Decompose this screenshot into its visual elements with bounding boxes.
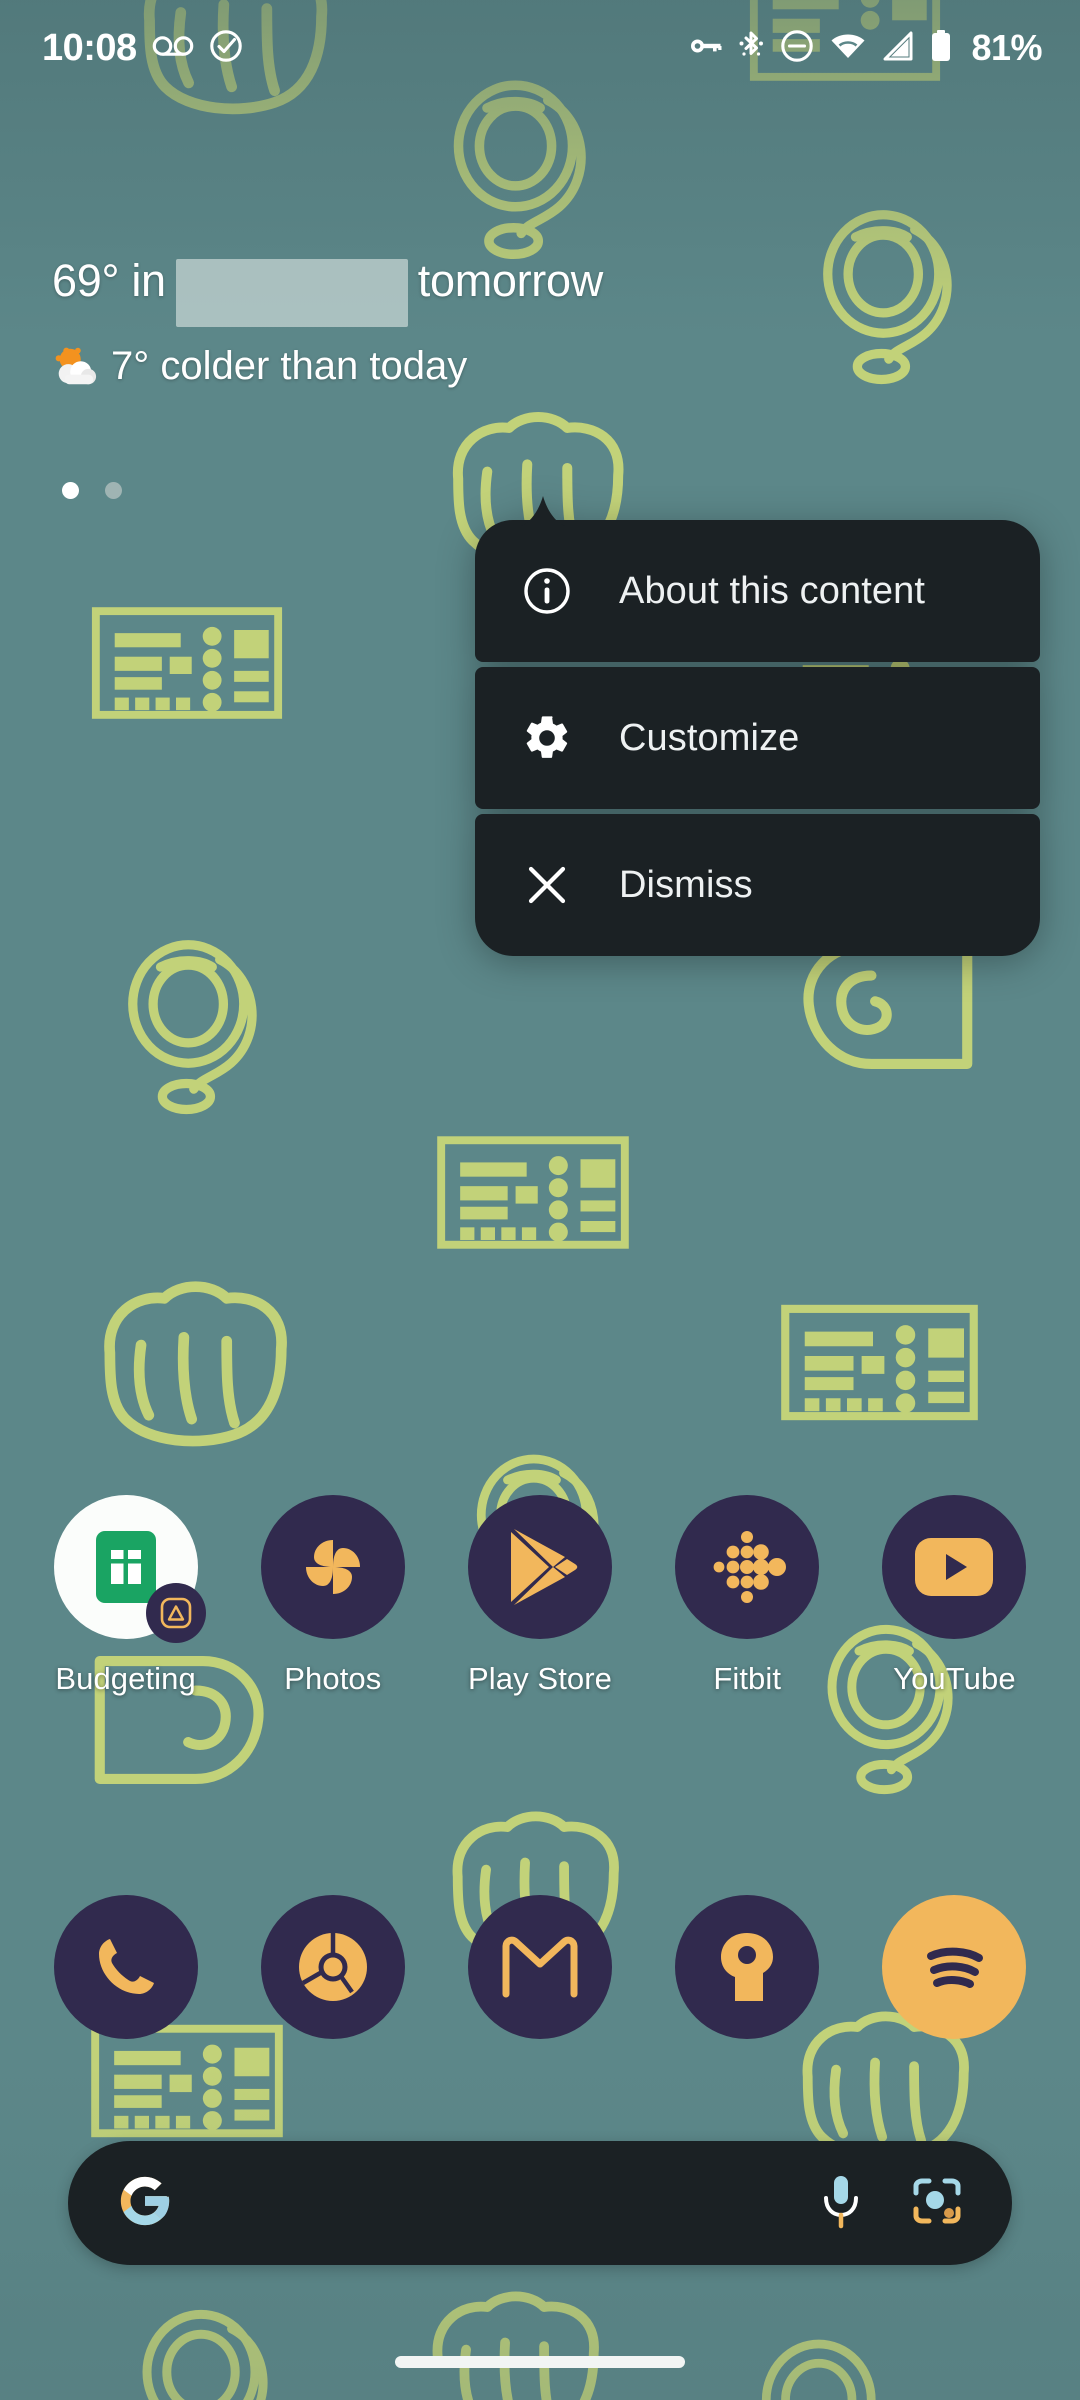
wallpaper-rope-coil [740, 2330, 915, 2400]
phone-icon[interactable] [53, 1895, 198, 2039]
menu-item-customize[interactable]: Customize [475, 667, 1040, 809]
bluetooth-icon [737, 29, 765, 68]
wallpaper-rope-coil [105, 930, 290, 1115]
app-label: YouTube [893, 1661, 1016, 1696]
app-photos[interactable]: Photos [229, 1495, 436, 1697]
wallpaper-fist-side [790, 935, 975, 1075]
wallpaper-control-panel [91, 607, 283, 719]
close-icon [520, 858, 574, 912]
wallpaper-fist [420, 2280, 615, 2400]
battery-icon [929, 29, 953, 68]
google-sheets-icon[interactable] [53, 1495, 206, 1643]
drive-shortcut-badge-icon [145, 1583, 206, 1643]
google-g-icon [116, 2172, 174, 2235]
gmail-icon[interactable] [468, 1895, 612, 2039]
wallpaper-rope-coil [430, 70, 620, 260]
menu-item-label: About this content [619, 569, 926, 612]
weather-headline: 69° in tomorrow [52, 255, 752, 327]
context-menu: About this content Customize Dismiss [475, 496, 1040, 956]
wallpaper-rope-coil [120, 2300, 300, 2400]
home-screen: 10:08 81% 69° in tomorrow 7° colder than… [0, 0, 1080, 2400]
cellular-signal-icon [882, 31, 914, 66]
menu-item-label: Customize [619, 716, 800, 759]
app-youtube[interactable]: YouTube [851, 1495, 1058, 1697]
page-indicator [62, 482, 122, 499]
microphone-icon[interactable] [818, 2172, 864, 2235]
app-label: Budgeting [55, 1661, 196, 1696]
weather-widget[interactable]: 69° in tomorrow 7° colder than today [52, 255, 752, 389]
spotify-icon[interactable] [882, 1895, 1027, 2039]
google-search-bar[interactable] [68, 2141, 1012, 2265]
chrome-icon[interactable] [260, 1895, 405, 2039]
gear-icon [520, 711, 574, 765]
app-label: Fitbit [713, 1661, 782, 1696]
page-dot-1[interactable] [62, 482, 79, 499]
menu-item-dismiss[interactable]: Dismiss [475, 814, 1040, 956]
sun-behind-cloud-icon [52, 343, 98, 389]
app-chrome[interactable] [229, 1895, 436, 2061]
app-dock-row-2 [0, 1895, 1080, 2061]
status-bar-right: 81% [686, 27, 1042, 69]
gesture-nav-pill[interactable] [395, 2356, 685, 2368]
fitbit-icon[interactable] [675, 1495, 820, 1639]
weather-subline: 7° colder than today [52, 343, 752, 389]
status-bar: 10:08 81% [0, 0, 1080, 96]
info-icon [520, 564, 574, 618]
messages-icon[interactable] [675, 1895, 820, 2039]
menu-item-about-this-content[interactable]: About this content [475, 520, 1040, 662]
check-circle-icon [209, 29, 243, 68]
app-fitbit[interactable]: Fitbit [644, 1495, 851, 1697]
status-clock: 10:08 [42, 27, 137, 69]
app-grid-row-1: Budgeting Photos Play Store Fitbit YouTu… [0, 1495, 1080, 1697]
app-gmail[interactable] [436, 1895, 643, 2061]
app-budgeting[interactable]: Budgeting [22, 1495, 229, 1697]
search-input[interactable] [174, 2141, 818, 2265]
menu-item-label: Dismiss [619, 863, 753, 906]
wifi-icon [829, 31, 867, 66]
weather-temperature: 69° in [52, 255, 166, 306]
google-photos-icon[interactable] [260, 1495, 405, 1639]
weather-comparison-label: 7° colder than today [111, 343, 468, 388]
page-dot-2[interactable] [105, 482, 122, 499]
weather-location-redacted [175, 259, 408, 327]
wallpaper-control-panel [437, 1135, 629, 1250]
app-phone[interactable] [22, 1895, 229, 2061]
google-lens-icon[interactable] [910, 2173, 964, 2234]
app-label: Photos [284, 1661, 382, 1696]
do-not-disturb-icon [780, 29, 814, 68]
play-store-icon[interactable] [468, 1495, 612, 1639]
battery-percent-label: 81% [971, 27, 1042, 68]
app-play-store[interactable]: Play Store [436, 1495, 643, 1697]
search-actions [818, 2172, 964, 2235]
weather-timeframe: tomorrow [417, 255, 603, 306]
app-messages[interactable] [644, 1895, 851, 2061]
app-spotify[interactable] [851, 1895, 1058, 2061]
app-label: Play Store [468, 1661, 613, 1696]
youtube-icon[interactable] [882, 1495, 1027, 1639]
wallpaper-rope-coil [800, 200, 985, 385]
wallpaper-control-panel [781, 1304, 978, 1421]
voicemail-icon [152, 33, 194, 64]
vpn-key-icon [686, 34, 722, 63]
context-menu-pointer [521, 496, 565, 526]
status-bar-left: 10:08 [42, 29, 243, 68]
wallpaper-fist [90, 1275, 305, 1460]
